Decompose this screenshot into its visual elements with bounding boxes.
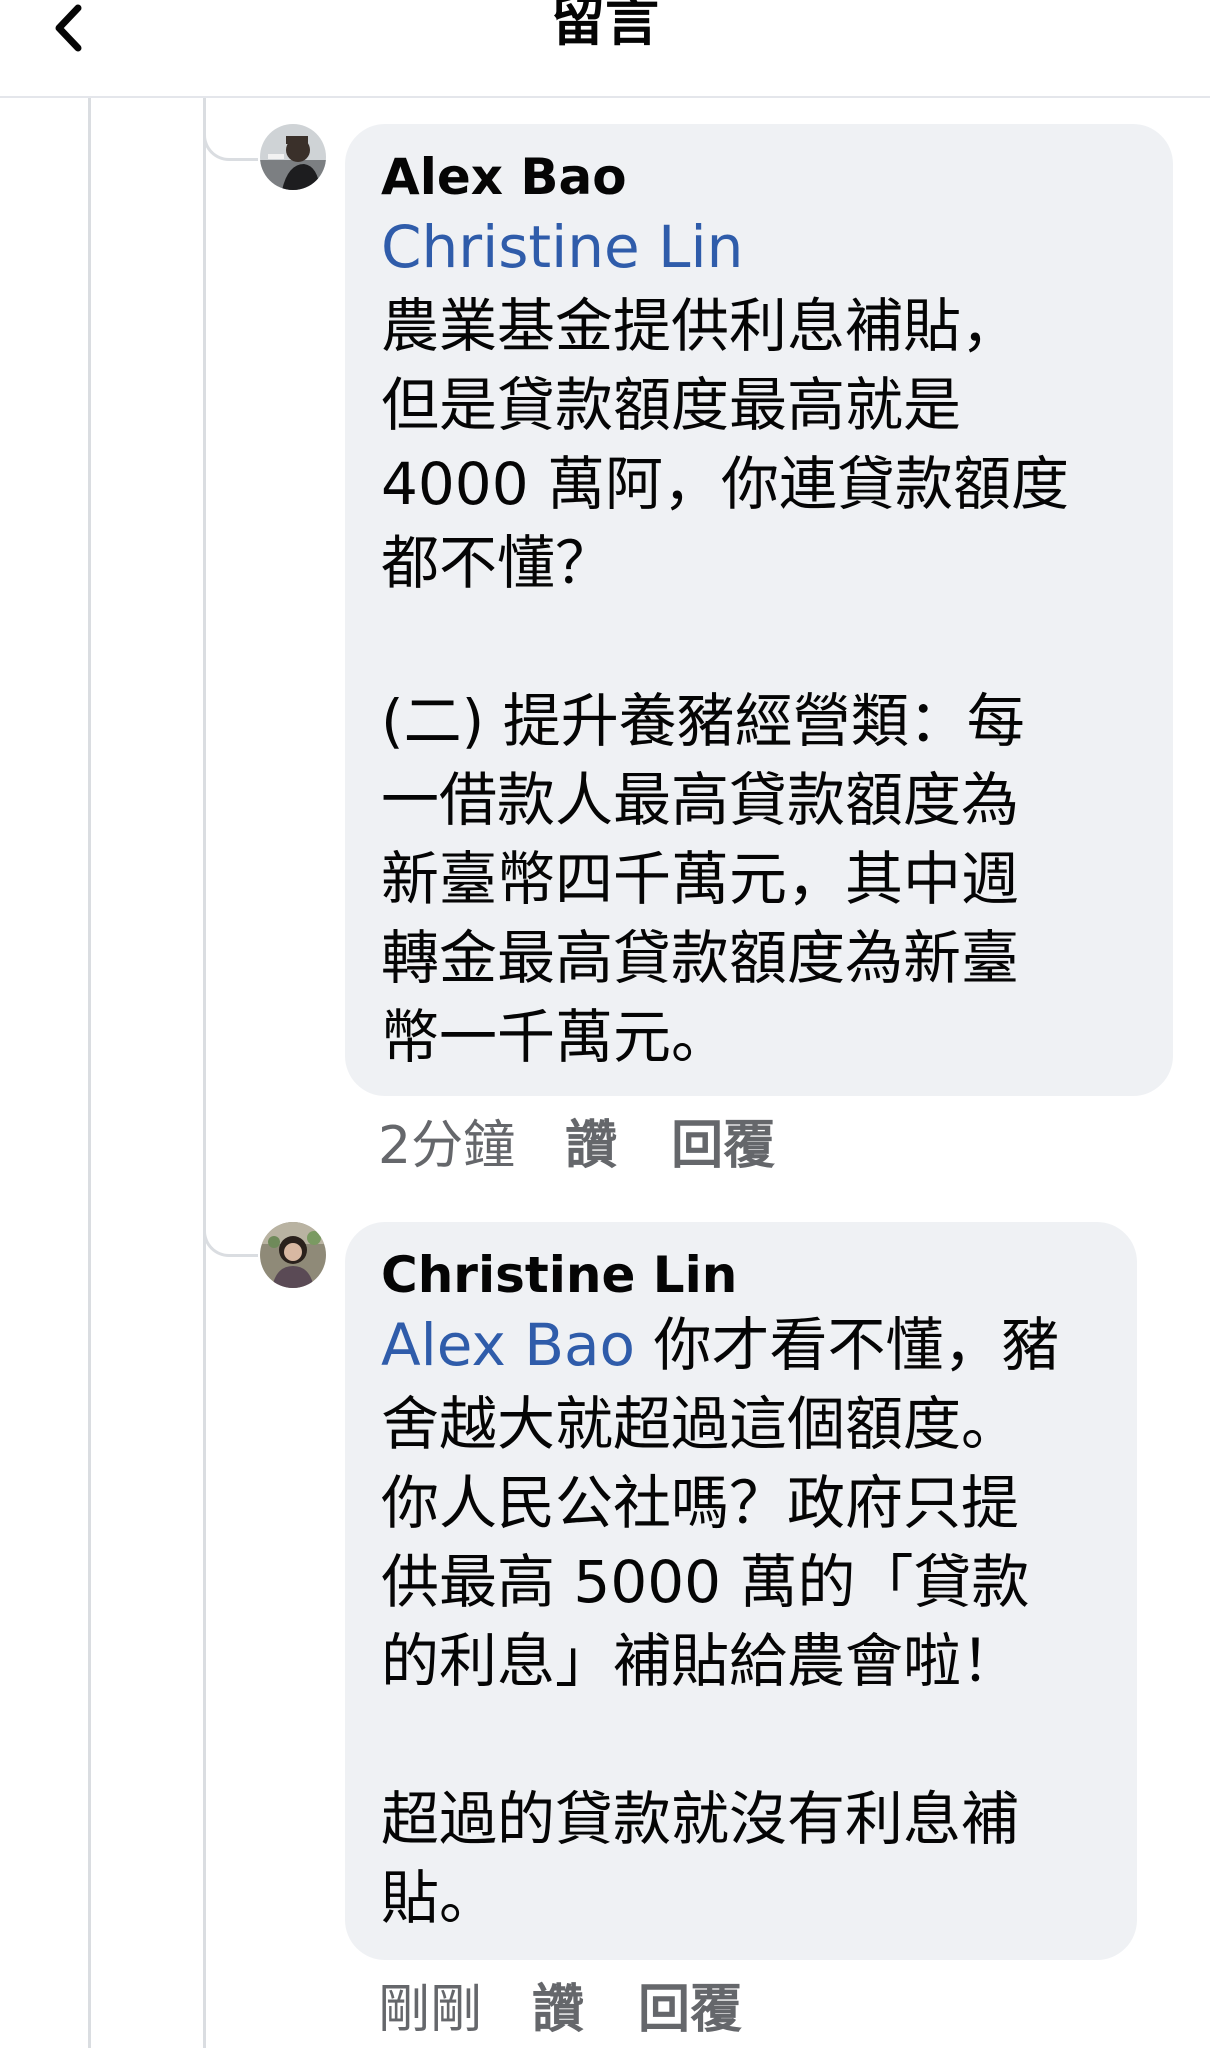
like-button[interactable]: 讚 (565, 1116, 617, 1176)
reply-button[interactable]: 回覆 (638, 1980, 742, 2040)
comment-meta: 剛剛 讚 回覆 (378, 1980, 742, 2040)
page-title: 留言 (551, 0, 659, 53)
comment-meta: 2分鐘 讚 回覆 (378, 1116, 775, 1176)
comment-text-start: 你才看不懂，豬 (635, 1311, 1060, 1379)
mention-link[interactable]: Alex Bao (381, 1311, 635, 1379)
comment-text: 舍越大就超過這個額度。 你人民公社嗎？政府只提 供最高 5000 萬的「貸款 的… (381, 1390, 1030, 1932)
avatar-photo (260, 124, 326, 190)
comment-time: 2分鐘 (378, 1116, 516, 1176)
thread-line-outer (88, 98, 91, 2048)
avatar-photo (260, 1222, 326, 1288)
comment-author[interactable]: Christine Lin (381, 1244, 1103, 1306)
comment-text: 農業基金提供利息補貼， 但是貸款額度最高就是 4000 萬阿，你連貸款額度 都不… (381, 292, 1070, 1071)
comment-bubble: Alex Bao Christine Lin 農業基金提供利息補貼， 但是貸款額… (345, 124, 1173, 1096)
comments-page: 留言 Alex Bao Christine Lin 農業基金提供利息補貼， 但是… (0, 0, 1210, 2048)
thread-line-inner (203, 98, 206, 2048)
comment-time: 剛剛 (378, 1980, 483, 2040)
thread-connector (203, 1180, 258, 1257)
like-button[interactable]: 讚 (532, 1980, 584, 2040)
comment-bubble: Christine Lin Alex Bao 你才看不懂，豬 舍越大就超過這個額… (345, 1222, 1137, 1960)
comment-author[interactable]: Alex Bao (381, 146, 1139, 208)
thread-connector (203, 98, 258, 161)
avatar[interactable] (260, 1222, 326, 1288)
reply-button[interactable]: 回覆 (671, 1116, 775, 1176)
top-bar: 留言 (0, 0, 1210, 98)
avatar[interactable] (260, 124, 326, 190)
mention-link[interactable]: Christine Lin (381, 213, 743, 281)
